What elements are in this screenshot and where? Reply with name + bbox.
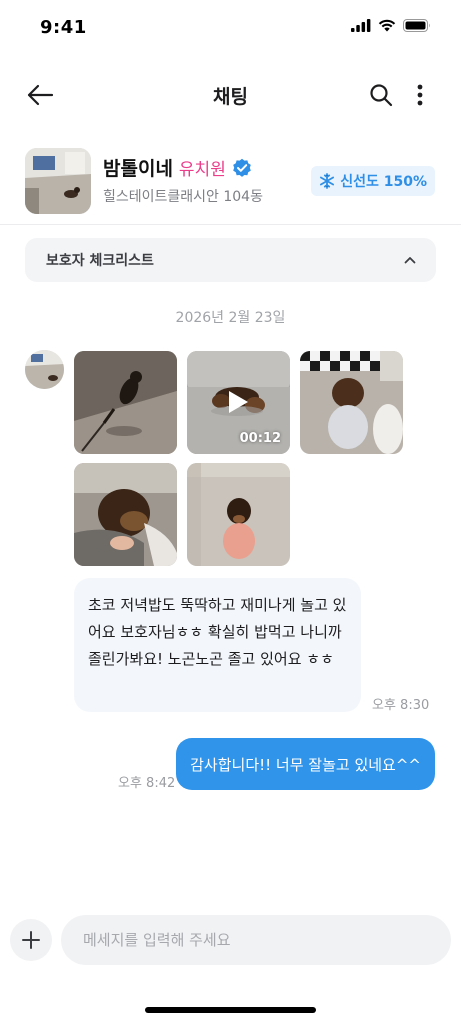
video-duration: 00:12 — [239, 431, 281, 446]
avatar-image — [25, 350, 64, 389]
outgoing-message-time: 오후 8:42 — [118, 776, 176, 791]
add-attachment-button[interactable] — [10, 919, 52, 961]
play-icon — [229, 391, 248, 413]
chat-partner-profile[interactable]: 밤톨이네 유치원 힐스테이트클래시안 104동 신선도 150% — [0, 144, 461, 224]
profile-thumbnail — [25, 148, 91, 214]
checklist-label: 보호자 체크리스트 — [46, 253, 154, 269]
room-photo — [25, 148, 91, 214]
plus-icon — [22, 931, 40, 949]
home-indicator — [145, 1007, 316, 1013]
status-time: 9:41 — [40, 17, 87, 38]
incoming-message-text: 초코 저녁밥도 뚝딱하고 재미나게 놀고 있어요 보호자님ㅎㅎ 확실히 밥먹고 … — [88, 596, 347, 668]
outgoing-message-text: 감사합니다!! 너무 잘놀고 있네요^^ — [190, 755, 421, 774]
cellular-signal-icon — [351, 19, 371, 32]
divider — [0, 224, 461, 225]
battery-icon — [403, 19, 430, 32]
wifi-icon — [378, 19, 396, 32]
freshness-badge: 신선도 150% — [311, 166, 435, 196]
dog-walking-photo — [74, 351, 177, 454]
message-input[interactable] — [61, 915, 451, 965]
search-icon — [370, 84, 393, 107]
sender-avatar[interactable] — [25, 350, 64, 389]
incoming-message-bubble: 초코 저녁밥도 뚝딱하고 재미나게 놀고 있어요 보호자님ㅎㅎ 확실히 밥먹고 … — [74, 578, 361, 712]
profile-name-row: 밤톨이네 유치원 — [103, 154, 252, 181]
verified-badge-icon — [233, 158, 251, 177]
photo-attachment[interactable] — [300, 351, 403, 454]
dog-sitting-photo — [187, 463, 290, 566]
dog-on-lap-photo — [74, 463, 177, 566]
dog-in-shirt-photo — [300, 351, 403, 454]
profile-type-label: 유치원 — [178, 160, 226, 180]
incoming-message-time: 오후 8:30 — [372, 698, 430, 713]
photo-attachment[interactable] — [74, 351, 177, 454]
profile-address: 힐스테이트클래시안 104동 — [103, 189, 263, 205]
snowflake-icon — [320, 173, 335, 189]
chevron-up-icon — [404, 257, 416, 264]
status-icons — [351, 19, 431, 32]
more-options-button[interactable] — [409, 81, 431, 109]
outgoing-message-bubble: 감사합니다!! 너무 잘놀고 있네요^^ — [176, 738, 435, 790]
date-separator: 2026년 2월 23일 — [175, 310, 286, 326]
freshness-label: 신선도 150% — [340, 174, 427, 190]
search-button[interactable] — [367, 81, 395, 109]
guardian-checklist-toggle[interactable]: 보호자 체크리스트 — [25, 238, 436, 282]
profile-name: 밤톨이네 — [103, 158, 173, 180]
photo-attachment[interactable] — [187, 463, 290, 566]
video-attachment[interactable]: 00:12 — [187, 351, 290, 454]
app-header: 채팅 — [0, 70, 461, 120]
more-vertical-icon — [417, 84, 423, 106]
photo-attachment[interactable] — [74, 463, 177, 566]
status-bar: 9:41 — [0, 0, 461, 58]
